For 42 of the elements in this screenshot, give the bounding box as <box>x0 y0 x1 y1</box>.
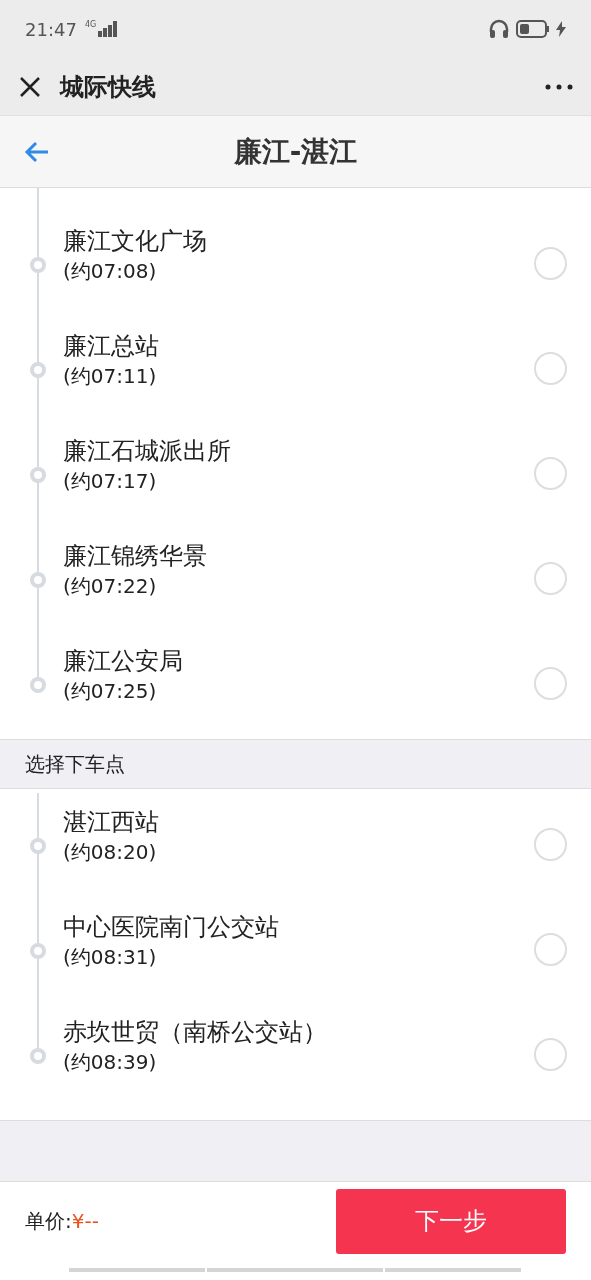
stop-name: 湛江西站 <box>63 807 160 838</box>
stop-name: 赤坎世贸（南桥公交站） <box>63 1017 328 1048</box>
radio-button[interactable] <box>534 1038 567 1071</box>
stop-name: 廉江石城派出所 <box>63 436 232 467</box>
close-icon[interactable] <box>18 74 42 99</box>
radio-button[interactable] <box>534 562 567 595</box>
charging-icon <box>556 21 566 37</box>
stop-name: 廉江总站 <box>63 331 160 362</box>
route-title: 廉江-湛江 <box>232 133 359 170</box>
signal-icon <box>98 21 119 37</box>
stop-name: 廉江文化广场 <box>63 226 208 257</box>
stop-time: (约07:11) <box>63 363 158 390</box>
stop-time: (约07:17) <box>63 468 158 495</box>
radio-button[interactable] <box>534 933 567 966</box>
headphones-icon <box>488 18 510 40</box>
back-arrow-icon[interactable] <box>24 139 50 164</box>
battery-icon <box>516 20 550 38</box>
radio-button[interactable] <box>534 667 567 700</box>
page-title: 城际快线 <box>60 71 157 103</box>
stop-name: 中心医院南门公交站 <box>63 912 280 943</box>
stop-time: (约08:39) <box>63 1049 158 1076</box>
radio-button[interactable] <box>534 352 567 385</box>
stop-time: (约07:22) <box>63 573 158 600</box>
radio-button[interactable] <box>534 457 567 490</box>
section-heading: 选择下车点 <box>25 751 125 778</box>
stop-time: (约08:20) <box>63 839 158 866</box>
radio-button[interactable] <box>534 247 567 280</box>
price-label: 单价: <box>25 1208 72 1235</box>
nav-key-bar[interactable] <box>385 1268 521 1272</box>
stop-time: (约07:25) <box>63 678 158 705</box>
stop-name: 廉江锦绣华景 <box>63 541 208 572</box>
stop-time: (约07:08) <box>63 258 158 285</box>
stop-name: 廉江公安局 <box>63 646 184 677</box>
status-time: 21:47 <box>25 17 77 42</box>
price-value: ¥-- <box>71 1208 99 1235</box>
radio-button[interactable] <box>534 828 567 861</box>
nav-key-bar[interactable] <box>69 1268 205 1272</box>
network-type: 4G <box>84 21 97 29</box>
nav-key-bar[interactable] <box>207 1268 383 1272</box>
stop-time: (约08:31) <box>63 944 158 971</box>
next-button[interactable]: 下一步 <box>336 1188 566 1254</box>
more-icon[interactable] <box>545 83 573 90</box>
